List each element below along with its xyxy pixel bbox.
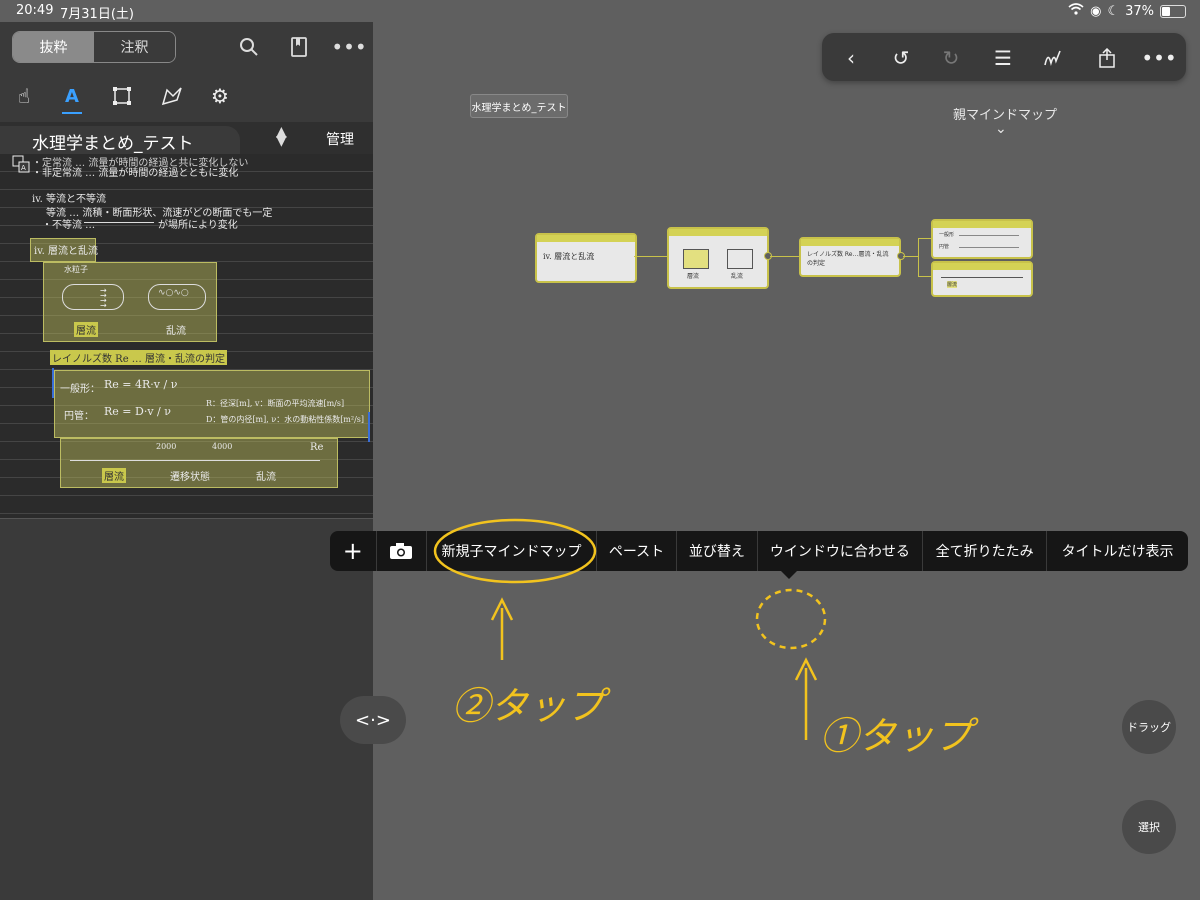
- annotation-tap-2: ②タップ: [452, 684, 605, 728]
- annotation-circle: [433, 518, 597, 584]
- select-button[interactable]: 選択: [1122, 800, 1176, 854]
- drag-button[interactable]: ドラッグ: [1122, 700, 1176, 754]
- annotation-tap-1: ①タップ: [820, 714, 973, 758]
- annotation-layer: [433, 518, 827, 740]
- annotation-dashed-circle: [755, 588, 827, 650]
- panel-resize-handle[interactable]: <·>: [340, 696, 406, 744]
